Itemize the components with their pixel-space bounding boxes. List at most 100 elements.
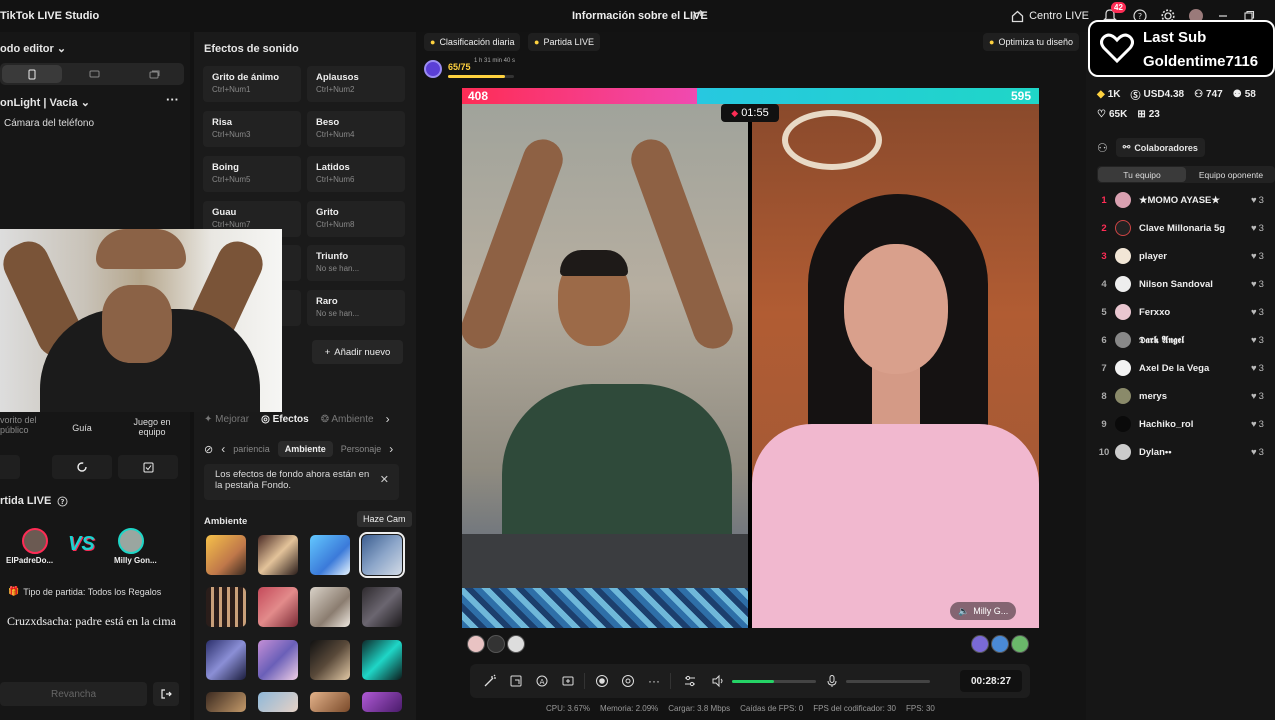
effect-thumb[interactable] — [258, 587, 298, 627]
add-sound-button[interactable]: + Añadir nuevo — [312, 340, 403, 364]
effect-thumb[interactable] — [206, 535, 246, 575]
ranking-row[interactable]: 4 Nilson Sandoval ♥ 3 — [1097, 274, 1275, 294]
effect-thumb[interactable] — [362, 640, 402, 680]
share-icon[interactable] — [692, 9, 706, 23]
player1-avatar[interactable] — [22, 528, 48, 554]
opponent-name-tag[interactable]: 🔈 Milly G... — [950, 602, 1017, 620]
sfx-item[interactable]: Grito Ctrl+Num8 — [307, 201, 405, 237]
effect-thumb[interactable] — [258, 640, 298, 680]
mic-slider[interactable] — [846, 680, 930, 683]
effect-thumb-selected[interactable] — [359, 532, 405, 578]
tab-dual[interactable] — [124, 63, 184, 85]
subtab-ambiente[interactable]: Ambiente — [277, 441, 333, 457]
tool-favorite-audience[interactable]: vorito del público — [0, 415, 42, 435]
speaker-icon[interactable] — [710, 673, 726, 689]
effect-thumb[interactable] — [206, 587, 246, 627]
tab-ambiente[interactable]: ❂ Ambiente — [321, 414, 374, 425]
help-circle-icon[interactable]: ? — [57, 496, 68, 507]
supporter-avatar[interactable] — [507, 635, 525, 653]
ranking-row[interactable]: 1 ★MOMO AYASE★ ♥ 3 — [1097, 190, 1275, 210]
rematch-button[interactable]: Revancha — [0, 682, 147, 706]
no-effect-icon[interactable]: ⊘ — [204, 443, 213, 456]
audio-settings-icon[interactable] — [682, 673, 698, 689]
scene-dropdown[interactable]: onLight | Vacía ⌄ — [0, 96, 90, 109]
ranking-row[interactable]: 6 𝕯𝖆𝖗𝖐 𝕬𝖓𝖌𝖊𝖑 ♥ 3 — [1097, 330, 1275, 350]
exit-match-button[interactable] — [153, 682, 179, 706]
tab-landscape[interactable] — [64, 63, 124, 85]
supporter-avatar[interactable] — [467, 635, 485, 653]
ranking-row[interactable]: 7 Axel De la Vega ♥ 3 — [1097, 358, 1275, 378]
invite-user-icon[interactable]: ⚇ — [1097, 141, 1108, 155]
camera-source-item[interactable]: Cámara del teléfono — [4, 118, 94, 129]
effect-thumb[interactable] — [362, 587, 402, 627]
ranking-row[interactable]: 10 Dylan•• ♥ 3 — [1097, 442, 1275, 462]
host-video[interactable] — [462, 104, 748, 628]
effect-thumb[interactable] — [362, 692, 402, 712]
magic-wand-icon[interactable] — [482, 673, 498, 689]
rank-number: 9 — [1101, 418, 1107, 430]
effect-thumb[interactable] — [310, 535, 350, 575]
opponent-video[interactable]: 🔈 Milly G... — [752, 104, 1039, 628]
sfx-item[interactable]: Latidos Ctrl+Num6 — [307, 156, 405, 192]
add-source-icon[interactable] — [560, 673, 576, 689]
subtab-personaje[interactable]: Personaje — [341, 444, 382, 454]
ranking-row[interactable]: 8 merys ♥ 3 — [1097, 386, 1275, 406]
ranking-row[interactable]: 9 Hachiko_rol ♥ 3 — [1097, 414, 1275, 434]
effect-thumb[interactable] — [310, 692, 350, 712]
supporter-avatar[interactable] — [971, 635, 989, 653]
subtab-apariencia[interactable]: pariencia — [233, 444, 270, 454]
chevron-right-icon[interactable]: › — [389, 442, 393, 456]
centro-live-button[interactable]: Centro LIVE — [1011, 10, 1089, 23]
chevron-right-icon[interactable]: › — [386, 412, 390, 426]
ranking-row[interactable]: 2 Clave Millonaria 5g ♥ 3 — [1097, 218, 1275, 238]
daily-ranking-chip[interactable]: ● Clasificación diaria — [424, 33, 521, 51]
optimize-layout-button[interactable]: ● Optimiza tu diseño — [983, 33, 1079, 51]
camera-switch-icon[interactable] — [620, 673, 636, 689]
tool-copy-button[interactable] — [0, 455, 20, 479]
tool-guide[interactable]: Guía — [52, 423, 112, 433]
effect-thumb[interactable] — [206, 640, 246, 680]
layout-icon[interactable] — [508, 673, 524, 689]
more-icon[interactable]: ··· — [646, 673, 662, 689]
tool-team-game[interactable]: Juego en equipo — [122, 417, 182, 437]
supporter-avatar[interactable] — [991, 635, 1009, 653]
volume-slider[interactable] — [732, 680, 816, 683]
level-progress[interactable]: 65/75 1 h 31 min 40 s — [424, 58, 516, 80]
scene-more-button[interactable]: ··· — [166, 92, 179, 107]
tool-checklist-button[interactable] — [118, 455, 178, 479]
ranking-row[interactable]: 3 player ♥ 3 — [1097, 246, 1275, 266]
tab-my-team[interactable]: Tu equipo — [1098, 167, 1186, 182]
sfx-item[interactable]: Raro No se han... — [307, 290, 405, 326]
effect-thumb[interactable] — [310, 587, 350, 627]
player2-avatar[interactable] — [118, 528, 144, 554]
close-icon[interactable]: ✕ — [380, 475, 389, 486]
live-match-chip[interactable]: ● Partida LIVE — [528, 33, 600, 51]
collaborators-button[interactable]: ⚯ Colaboradores — [1115, 138, 1205, 157]
webcam-preview[interactable] — [0, 229, 282, 412]
sfx-item[interactable]: Aplausos Ctrl+Num2 — [307, 66, 405, 102]
effect-thumb[interactable] — [258, 692, 298, 712]
supporter-avatar[interactable] — [487, 635, 505, 653]
ai-effect-icon[interactable]: A — [534, 673, 550, 689]
effect-thumb[interactable] — [206, 692, 246, 712]
sfx-item[interactable]: Grito de ánimo Ctrl+Num1 — [203, 66, 301, 102]
tab-efectos[interactable]: ◎ Efectos — [261, 414, 309, 425]
sfx-item[interactable]: Triunfo No se han... — [307, 245, 405, 281]
sfx-item[interactable]: Boing Ctrl+Num5 — [203, 156, 301, 192]
heart-icon: ♥ — [1251, 446, 1257, 458]
effect-thumb[interactable] — [258, 535, 298, 575]
record-icon[interactable] — [594, 673, 610, 689]
sfx-item[interactable]: Beso Ctrl+Num4 — [307, 111, 405, 147]
live-info-title[interactable]: Información sobre el LIVE — [572, 10, 708, 22]
microphone-icon[interactable] — [824, 673, 840, 689]
supporter-avatar[interactable] — [1011, 635, 1029, 653]
ranking-row[interactable]: 5 Ferxxo ♥ 3 — [1097, 302, 1275, 322]
tool-refresh-button[interactable] — [52, 455, 112, 479]
tab-mejorar[interactable]: ✦ Mejorar — [204, 414, 249, 425]
effect-thumb[interactable] — [310, 640, 350, 680]
tab-portrait[interactable] — [2, 65, 62, 83]
tab-opponent-team[interactable]: Equipo oponente — [1187, 166, 1275, 183]
editor-mode-dropdown[interactable]: odo editor ⌄ — [0, 42, 66, 55]
sfx-item[interactable]: Risa Ctrl+Num3 — [203, 111, 301, 147]
chevron-left-icon[interactable]: ‹ — [221, 442, 225, 456]
